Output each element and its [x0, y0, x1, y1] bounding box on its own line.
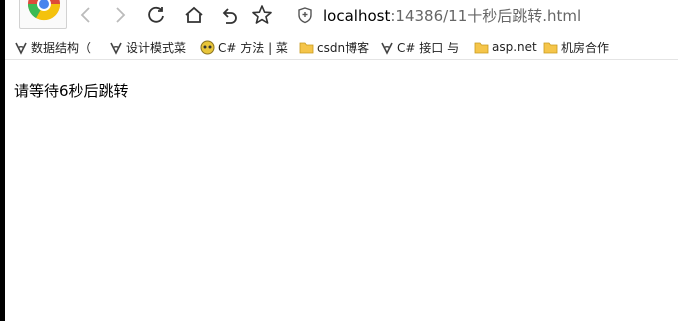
csdn-logo-icon: [13, 40, 28, 55]
bookmark-label: 设计模式菜: [126, 40, 187, 55]
bookmark-label: 数据结构（: [31, 40, 92, 55]
browser-logo-tab[interactable]: [19, 0, 67, 29]
folder-icon: [299, 40, 314, 55]
bookmark-machine-room[interactable]: 机房合作: [543, 38, 609, 56]
bookmark-label: C# 方法 | 菜: [218, 40, 288, 55]
bookmark-csharp-methods[interactable]: C# 方法 | 菜: [200, 38, 288, 56]
folder-icon: [474, 40, 489, 55]
bookmark-data-structures[interactable]: 数据结构（: [13, 38, 91, 56]
undo-icon[interactable]: [218, 4, 240, 26]
bookmark-label: 机房合作: [561, 40, 610, 55]
star-icon[interactable]: [251, 4, 273, 26]
bookmark-label: csdn博客: [317, 40, 370, 55]
url-path: :14386/11十秒后跳转.html: [390, 6, 582, 25]
url-host: localhost: [323, 6, 391, 25]
csdn-logo-icon: [379, 40, 394, 55]
page-message: 请等待6秒后跳转: [14, 82, 129, 100]
runoob-icon: [200, 40, 215, 55]
csdn-logo-icon: [108, 40, 123, 55]
bookmark-label: asp.net: [492, 40, 537, 54]
bookmark-aspnet[interactable]: asp.net: [474, 38, 537, 56]
bookmark-csharp-interface[interactable]: C# 接口 与: [379, 38, 459, 56]
bookmark-csdn-blog[interactable]: csdn博客: [299, 38, 369, 56]
forward-icon[interactable]: [109, 4, 131, 26]
address-bar[interactable]: localhost:14386/11十秒后跳转.html: [297, 2, 677, 28]
bookmark-design-patterns[interactable]: 设计模式菜: [108, 38, 186, 56]
shield-icon: [298, 7, 312, 24]
reload-icon[interactable]: [145, 4, 167, 26]
browser-logo-icon: [27, 0, 61, 21]
url-text: localhost:14386/11十秒后跳转.html: [323, 5, 581, 26]
bookmark-label: C# 接口 与: [397, 40, 460, 55]
folder-icon: [543, 40, 558, 55]
back-icon[interactable]: [75, 4, 97, 26]
bookmarks-bar: 数据结构（ 设计模式菜 C# 方法 | 菜 csdn博客 C# 接口 与 asp…: [5, 34, 678, 60]
home-icon[interactable]: [183, 4, 205, 26]
browser-toolbar: localhost:14386/11十秒后跳转.html: [5, 0, 678, 32]
browser-window: localhost:14386/11十秒后跳转.html 数据结构（ 设计模式菜…: [0, 0, 678, 321]
